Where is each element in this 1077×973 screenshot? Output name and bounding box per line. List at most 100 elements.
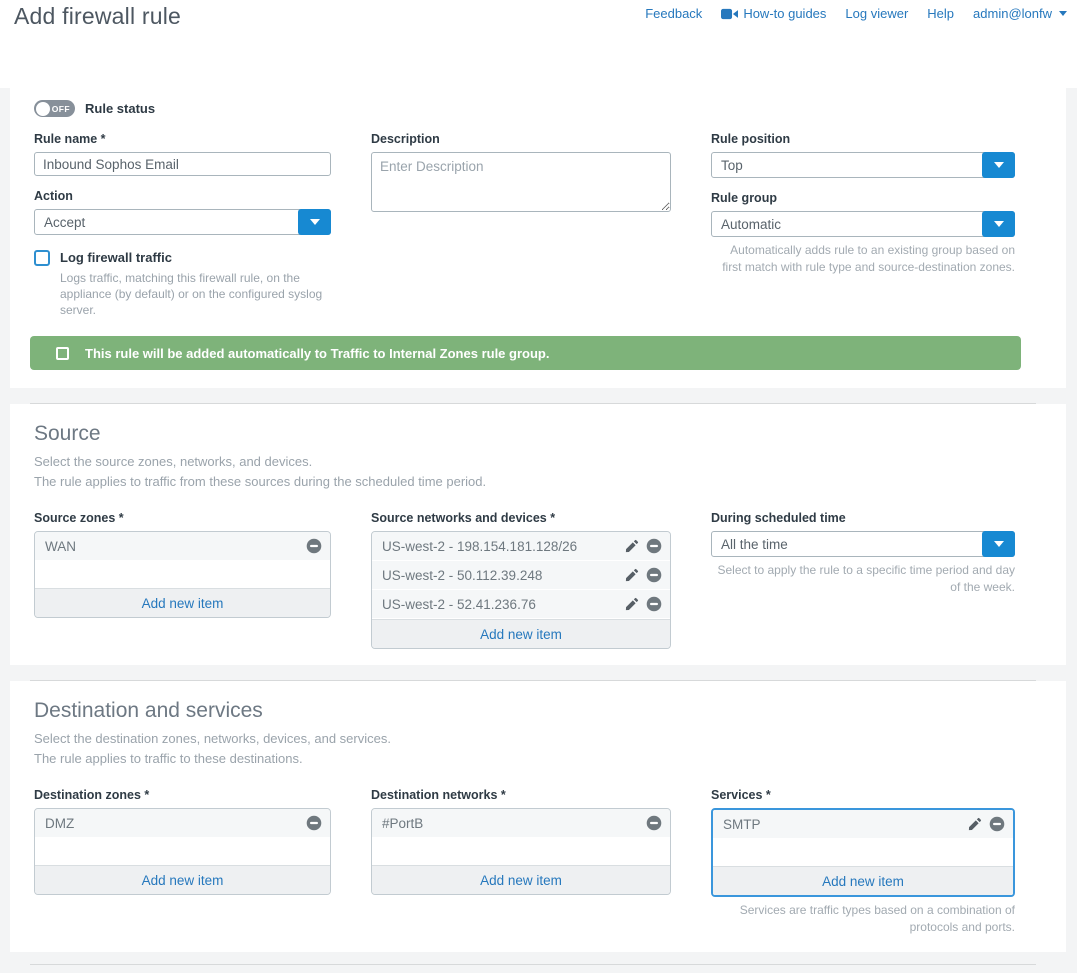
destination-title: Destination and services: [34, 699, 1066, 723]
remove-icon[interactable]: [646, 815, 662, 831]
section-gap: [0, 388, 1077, 403]
remove-icon[interactable]: [646, 538, 662, 554]
log-traffic-checkbox[interactable]: [34, 250, 50, 266]
destination-networks-items: #PortB: [372, 809, 670, 837]
log-viewer-label: Log viewer: [845, 6, 908, 21]
remove-icon[interactable]: [646, 596, 662, 612]
rule-group-help: Automatically adds rule to an existing g…: [711, 242, 1015, 276]
section-gap: [0, 952, 1077, 964]
section-gap: [0, 665, 1077, 680]
chevron-down-icon: [994, 221, 1004, 227]
source-zones-field: Source zones * WAN Add new item: [34, 511, 331, 618]
schedule-help: Select to apply the rule to a specific t…: [711, 562, 1015, 596]
schedule-select[interactable]: All the time: [711, 531, 1015, 557]
rule-name-label: Rule name *: [34, 132, 331, 146]
schedule-field: During scheduled time All the time Selec…: [711, 511, 1015, 596]
add-service-button[interactable]: Add new item: [713, 866, 1013, 895]
bottom-fill: [0, 965, 1077, 973]
rule-group-select[interactable]: Automatic: [711, 211, 1015, 237]
listbox-filler: [35, 838, 330, 865]
banner-text: This rule will be added automatically to…: [85, 346, 549, 361]
list-item-icons: [306, 815, 322, 831]
help-label: Help: [927, 6, 954, 21]
log-viewer-link[interactable]: Log viewer: [845, 6, 908, 21]
toggle-knob: [36, 102, 50, 116]
list-item: US-west-2 - 50.112.39.248: [372, 561, 670, 589]
list-item-label: WAN: [45, 539, 306, 554]
feedback-link-label: Feedback: [645, 6, 702, 21]
add-source-network-button[interactable]: Add new item: [372, 619, 670, 648]
services-listbox: SMTP Add new item: [711, 808, 1015, 897]
chevron-down-icon: [310, 219, 320, 225]
list-item: US-west-2 - 52.41.236.76: [372, 590, 670, 618]
description-textarea[interactable]: [371, 152, 671, 212]
add-destination-network-button[interactable]: Add new item: [372, 865, 670, 894]
destination-zones-label: Destination zones *: [34, 788, 331, 802]
schedule-label: During scheduled time: [711, 511, 1015, 525]
list-item-label: SMTP: [723, 817, 967, 832]
help-link[interactable]: Help: [927, 6, 954, 21]
rule-position-value: Top: [721, 158, 743, 173]
howto-guides-link[interactable]: How-to guides: [721, 6, 826, 21]
list-item: #PortB: [372, 809, 670, 837]
account-label: admin@lonfw: [973, 6, 1052, 21]
destination-zones-listbox: DMZ Add new item: [34, 808, 331, 895]
add-source-zone-button[interactable]: Add new item: [35, 588, 330, 617]
schedule-value: All the time: [721, 537, 788, 552]
services-field: Services * SMTP Add new item Services ar…: [711, 788, 1015, 936]
dropdown-button[interactable]: [982, 152, 1015, 178]
listbox-filler: [35, 561, 330, 588]
remove-icon[interactable]: [646, 567, 662, 583]
destination-panel: Destination and services Select the dest…: [10, 681, 1066, 952]
destination-networks-label: Destination networks *: [371, 788, 671, 802]
feedback-link[interactable]: Feedback: [645, 6, 702, 21]
remove-icon[interactable]: [306, 815, 322, 831]
action-select-value: Accept: [44, 215, 85, 230]
edit-icon[interactable]: [624, 597, 639, 612]
banner-checkbox-icon: [56, 347, 69, 360]
source-subtitle-2: The rule applies to traffic from these s…: [34, 473, 1066, 491]
destination-networks-field: Destination networks * #PortB Add new it…: [371, 788, 671, 895]
services-help: Services are traffic types based on a co…: [711, 902, 1015, 936]
listbox-filler: [713, 839, 1013, 866]
list-item: WAN: [35, 532, 330, 560]
add-destination-zone-button[interactable]: Add new item: [35, 865, 330, 894]
list-item-icons: [646, 815, 662, 831]
description-label: Description: [371, 132, 671, 146]
list-item-icons: [624, 538, 662, 554]
listbox-filler: [372, 838, 670, 865]
destination-zones-items: DMZ: [35, 809, 330, 837]
edit-icon[interactable]: [624, 568, 639, 583]
rule-position-select[interactable]: Top: [711, 152, 1015, 178]
list-item-icons: [967, 816, 1005, 832]
destination-subtitle-1: Select the destination zones, networks, …: [34, 730, 1066, 748]
auto-group-banner: This rule will be added automatically to…: [30, 336, 1021, 370]
log-traffic-row: Log firewall traffic Logs traffic, match…: [34, 250, 331, 318]
edit-icon[interactable]: [624, 539, 639, 554]
remove-icon[interactable]: [306, 538, 322, 554]
top-nav: Feedback How-to guides Log viewer Help a…: [645, 6, 1067, 21]
list-item-label: US-west-2 - 52.41.236.76: [382, 597, 624, 612]
rule-status-toggle[interactable]: OFF: [34, 100, 75, 117]
chevron-down-icon: [994, 541, 1004, 547]
dropdown-button[interactable]: [982, 531, 1015, 557]
toggle-state-label: OFF: [52, 104, 70, 114]
log-traffic-text: Log firewall traffic Logs traffic, match…: [60, 250, 331, 318]
rule-form-grid: Rule name * Action Accept Log firewall t…: [10, 132, 1066, 318]
rule-name-input[interactable]: [34, 152, 331, 176]
howto-guides-label: How-to guides: [743, 6, 826, 21]
action-select[interactable]: Accept: [34, 209, 331, 235]
services-label: Services *: [711, 788, 1015, 802]
action-label: Action: [34, 189, 331, 203]
dropdown-button[interactable]: [982, 211, 1015, 237]
dropdown-button[interactable]: [298, 209, 331, 235]
log-traffic-help: Logs traffic, matching this firewall rul…: [60, 270, 331, 318]
source-networks-label: Source networks and devices *: [371, 511, 671, 525]
rule-position-label: Rule position: [711, 132, 1015, 146]
edit-icon[interactable]: [967, 817, 982, 832]
account-menu[interactable]: admin@lonfw: [973, 6, 1067, 21]
rule-status-row: OFF Rule status: [34, 100, 1066, 117]
remove-icon[interactable]: [989, 816, 1005, 832]
source-grid: Source zones * WAN Add new item Source n…: [10, 511, 1066, 649]
destination-subtitle-2: The rule applies to traffic to these des…: [34, 750, 1066, 768]
